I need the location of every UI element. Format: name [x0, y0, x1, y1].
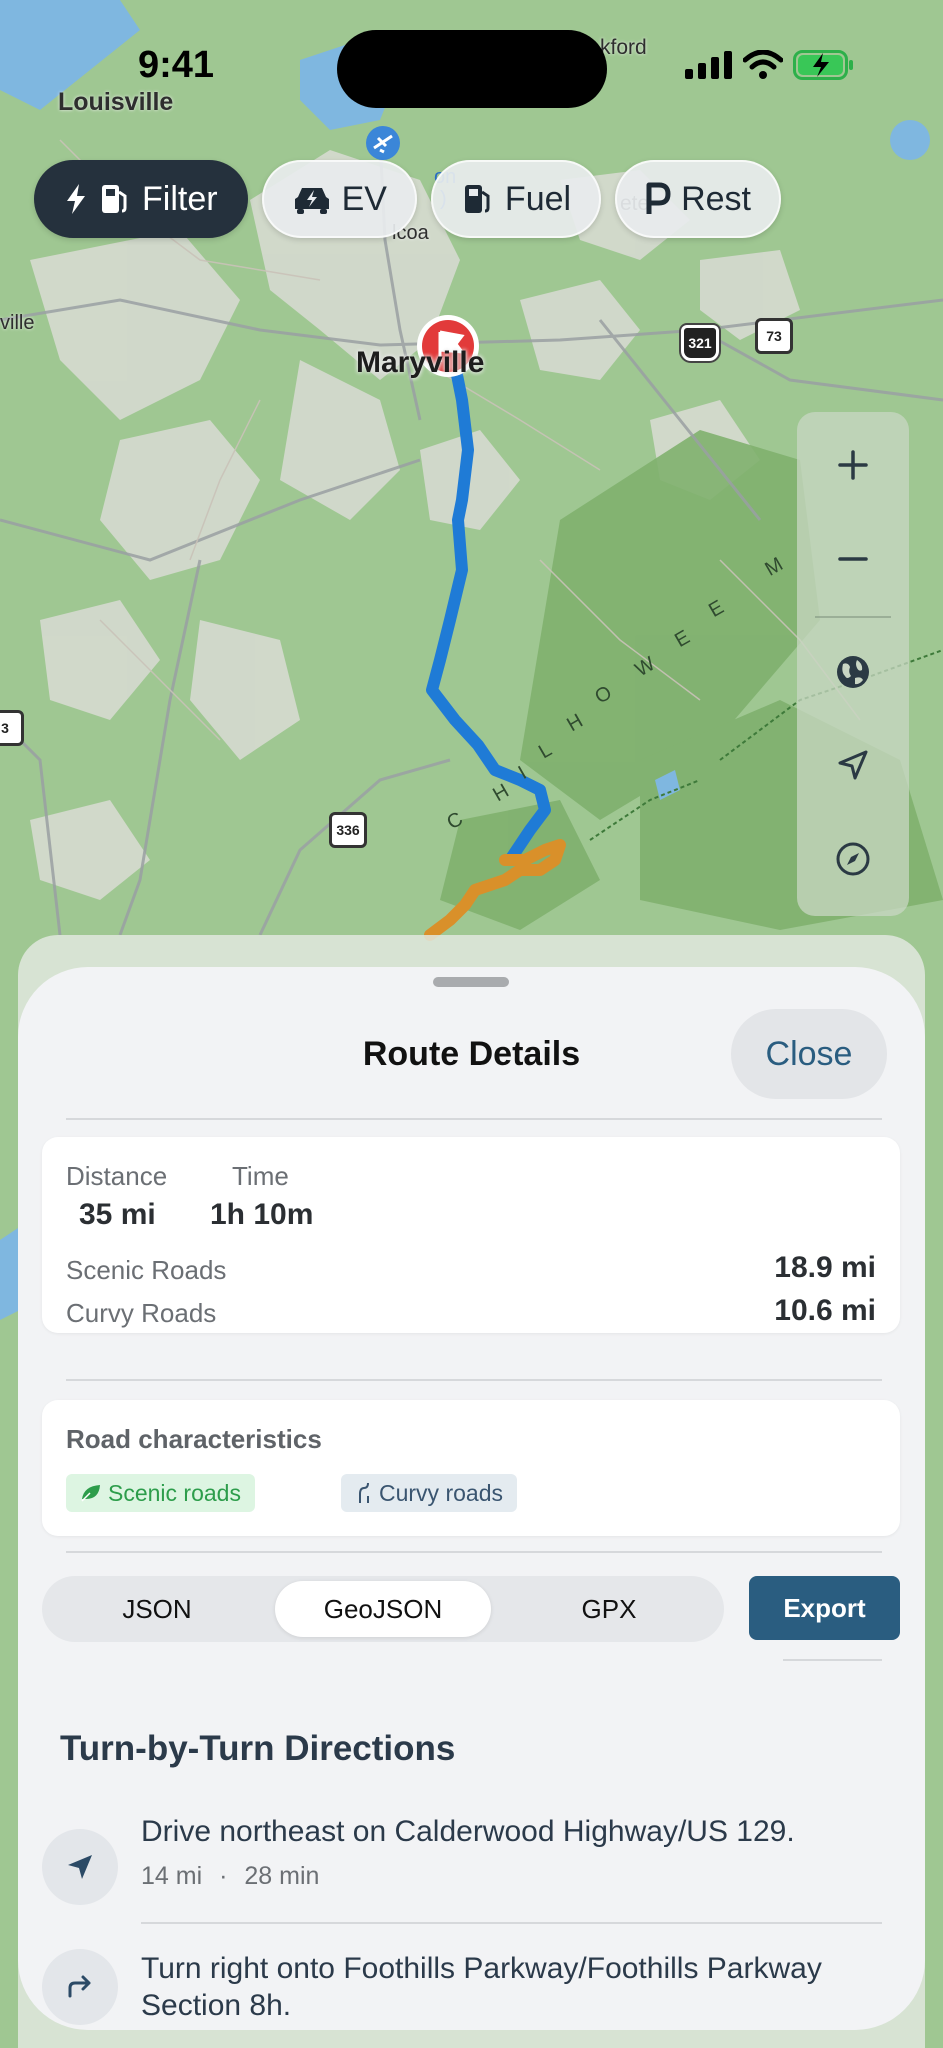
- us-route-shield: 321: [681, 325, 719, 361]
- divider: [66, 1118, 882, 1120]
- zoom-out-icon: [838, 557, 868, 561]
- location-arrow-icon: [838, 750, 868, 780]
- scenic-roads-label: Scenic Roads: [66, 1255, 227, 1285]
- step-instruction: Turn right onto Foothills Parkway/Foothi…: [141, 1952, 822, 2022]
- filter-chip-ev[interactable]: EV: [261, 160, 417, 238]
- filter-chip-fuel[interactable]: Fuel: [430, 160, 602, 238]
- turn-right-icon: [68, 1975, 91, 1998]
- filter-chip-rest[interactable]: Rest: [615, 160, 781, 238]
- route-summary-card: Distance 35 mi Time 1h 10m Scenic Roads …: [42, 1137, 900, 1333]
- ev-car-icon: [294, 188, 329, 214]
- map-controls: [797, 412, 909, 916]
- cellular-signal-icon: [685, 51, 732, 79]
- status-time: 9:41: [138, 44, 215, 86]
- filter-chip-label: EV: [341, 179, 387, 218]
- zoom-in-icon: [838, 450, 868, 480]
- curvy-roads-tag: Curvy roads: [341, 1474, 517, 1512]
- distance-value: 35 mi: [79, 1198, 156, 1231]
- time-value: 1h 10m: [210, 1198, 314, 1231]
- divider: [66, 1551, 882, 1553]
- map-label-ville: ville: [0, 312, 35, 334]
- status-bar: 9:41: [0, 0, 943, 130]
- parking-icon: [646, 182, 671, 214]
- zoom-out-button[interactable]: [797, 519, 909, 599]
- directions-title: Turn-by-Turn Directions: [60, 1729, 456, 1768]
- road-characteristics-card: Road characteristics Scenic roads Curvy …: [42, 1400, 900, 1536]
- export-format-selector: JSON GeoJSON GPX: [42, 1576, 724, 1642]
- format-option-json[interactable]: JSON: [49, 1581, 265, 1637]
- leaf-icon: [81, 1485, 100, 1502]
- step-icon: [42, 1829, 118, 1905]
- divider: [141, 1922, 882, 1924]
- curvy-roads-label: Curvy Roads: [66, 1298, 217, 1328]
- sheet-grabber[interactable]: [433, 977, 509, 987]
- dynamic-island: [337, 30, 607, 108]
- map-label-maryville: Maryville: [356, 346, 485, 379]
- step-instruction: Drive northeast on Calderwood Highway/US…: [141, 1815, 795, 1848]
- bolt-icon: [67, 184, 85, 214]
- filter-chip-label: Rest: [681, 179, 751, 218]
- wifi-icon: [743, 50, 783, 79]
- status-icons: [685, 50, 855, 80]
- divider: [783, 1659, 882, 1661]
- globe-button[interactable]: [797, 632, 909, 712]
- divider: [66, 1379, 882, 1381]
- scenic-roads-tag: Scenic roads: [66, 1474, 255, 1512]
- locate-button[interactable]: [797, 725, 909, 805]
- format-option-geojson[interactable]: GeoJSON: [275, 1581, 491, 1637]
- filter-chip-label: Fuel: [504, 179, 572, 218]
- fuel-pump-icon: [102, 185, 127, 213]
- step-duration: 28 min: [244, 1862, 320, 1890]
- format-option-gpx[interactable]: GPX: [501, 1581, 717, 1637]
- export-button[interactable]: Export: [749, 1576, 900, 1640]
- filter-chips: Filter EV Fuel Rest: [34, 160, 781, 238]
- scenic-roads-tag-label: Scenic roads: [108, 1479, 241, 1506]
- zoom-in-button[interactable]: [797, 425, 909, 505]
- navigation-arrow-icon: [68, 1855, 92, 1879]
- compass-icon: [836, 842, 870, 876]
- route-shield: 336: [329, 812, 367, 848]
- step-separator: ·: [219, 1862, 228, 1890]
- route-shield: 3: [0, 710, 24, 746]
- step-meta: 14 mi · 28 min: [141, 1862, 319, 1891]
- step-icon: [42, 1949, 118, 2025]
- distance-label: Distance: [66, 1161, 168, 1191]
- road-characteristics-title: Road characteristics: [66, 1424, 322, 1454]
- step-distance: 14 mi: [141, 1862, 203, 1890]
- controls-divider: [815, 616, 891, 618]
- time-label: Time: [232, 1161, 289, 1191]
- compass-button[interactable]: [797, 819, 909, 899]
- close-button[interactable]: Close: [731, 1009, 887, 1099]
- route-details-sheet: Route Details Close Distance 35 mi Time …: [18, 967, 925, 2030]
- scenic-roads-value: 18.9 mi: [774, 1251, 876, 1284]
- globe-icon: [837, 656, 869, 688]
- curvy-road-icon: [359, 1482, 369, 1503]
- route-shield: 73: [755, 318, 793, 354]
- fuel-pump-icon: [464, 185, 490, 213]
- filter-chip-filter[interactable]: Filter: [34, 160, 248, 238]
- curvy-roads-tag-label: Curvy roads: [379, 1479, 503, 1506]
- battery-charging-icon: [793, 50, 853, 80]
- filter-chip-label: Filter: [142, 179, 218, 218]
- curvy-roads-value: 10.6 mi: [774, 1294, 876, 1327]
